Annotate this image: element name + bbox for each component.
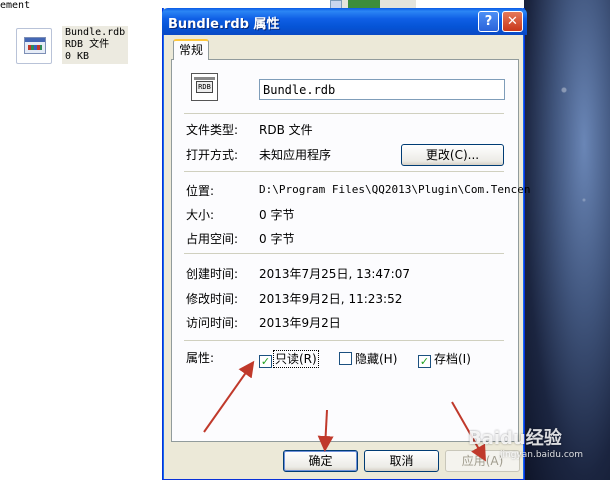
created-label: 创建时间: xyxy=(186,267,239,281)
divider xyxy=(184,340,504,341)
file-meta: Bundle.rdb RDB 文件 0 KB xyxy=(62,26,129,64)
rdb-file-icon xyxy=(16,28,52,64)
divider xyxy=(184,253,504,254)
hidden-checkbox[interactable]: 隐藏(H) xyxy=(339,350,397,367)
disk-size-label: 占用空间: xyxy=(186,232,239,246)
size-label: 大小: xyxy=(186,208,215,222)
document-icon: RDB xyxy=(190,72,220,102)
file-size: 0 KB xyxy=(65,51,90,62)
desktop-wallpaper xyxy=(524,0,610,480)
location-value: D:\Program Files\QQ2013\Plugin\Com.Tence… xyxy=(259,183,531,196)
close-button[interactable]: ✕ xyxy=(502,11,523,32)
file-type: RDB 文件 xyxy=(65,39,110,50)
file-type-value: RDB 文件 xyxy=(259,123,313,137)
ok-button[interactable]: 确定 xyxy=(283,450,358,472)
archive-label: 存档(I) xyxy=(434,352,471,366)
created-value: 2013年7月25日, 13:47:07 xyxy=(259,267,410,281)
baidu-watermark: Baidu经验 jingyan.baidu.com xyxy=(468,424,583,460)
opens-with-value: 未知应用程序 xyxy=(259,148,332,162)
readonly-check-icon: ✓ xyxy=(259,355,272,368)
dialog-title: Bundle.rdb 属性 xyxy=(168,17,280,32)
readonly-label: 只读(R) xyxy=(273,350,319,368)
properties-dialog: Bundle.rdb 属性 ? ✕ 常规 RDB 文件类型: RDB 文件 打开… xyxy=(162,8,531,480)
divider xyxy=(184,171,504,172)
hidden-label: 隐藏(H) xyxy=(355,352,398,366)
divider xyxy=(184,113,504,114)
attributes-label: 属性: xyxy=(186,351,215,365)
help-button[interactable]: ? xyxy=(478,11,499,32)
archive-check-icon: ✓ xyxy=(418,355,431,368)
explorer-window: ement Bundle.rdb RDB 文件 0 KB xyxy=(0,0,163,480)
opens-with-label: 打开方式: xyxy=(186,148,239,162)
modified-label: 修改时间: xyxy=(186,292,239,306)
watermark-url: jingyan.baidu.com xyxy=(500,450,584,460)
file-type-label: 文件类型: xyxy=(186,123,239,137)
size-value: 0 字节 xyxy=(259,208,295,222)
change-button[interactable]: 更改(C)... xyxy=(401,144,504,166)
filename-input[interactable] xyxy=(259,79,505,100)
file-name: Bundle.rdb xyxy=(65,27,126,38)
archive-checkbox[interactable]: ✓ 存档(I) xyxy=(418,350,471,368)
watermark-brand: Baidu经验 xyxy=(468,428,562,449)
accessed-label: 访问时间: xyxy=(186,316,239,330)
file-item-bundle[interactable]: Bundle.rdb RDB 文件 0 KB xyxy=(14,25,129,64)
readonly-checkbox[interactable]: ✓ 只读(R) xyxy=(259,350,319,368)
tab-general[interactable]: 常规 xyxy=(173,39,209,60)
dialog-titlebar[interactable]: Bundle.rdb 属性 ? ✕ xyxy=(162,8,527,35)
modified-value: 2013年9月2日, 11:23:52 xyxy=(259,292,403,306)
accessed-value: 2013年9月2日 xyxy=(259,316,341,330)
general-panel: RDB 文件类型: RDB 文件 打开方式: 未知应用程序 更改(C)... 位… xyxy=(171,59,531,442)
address-fragment: ement xyxy=(0,0,31,11)
hidden-check-icon xyxy=(339,352,352,365)
disk-size-value: 0 字节 xyxy=(259,232,295,246)
location-label: 位置: xyxy=(186,184,215,198)
cancel-button[interactable]: 取消 xyxy=(364,450,439,472)
